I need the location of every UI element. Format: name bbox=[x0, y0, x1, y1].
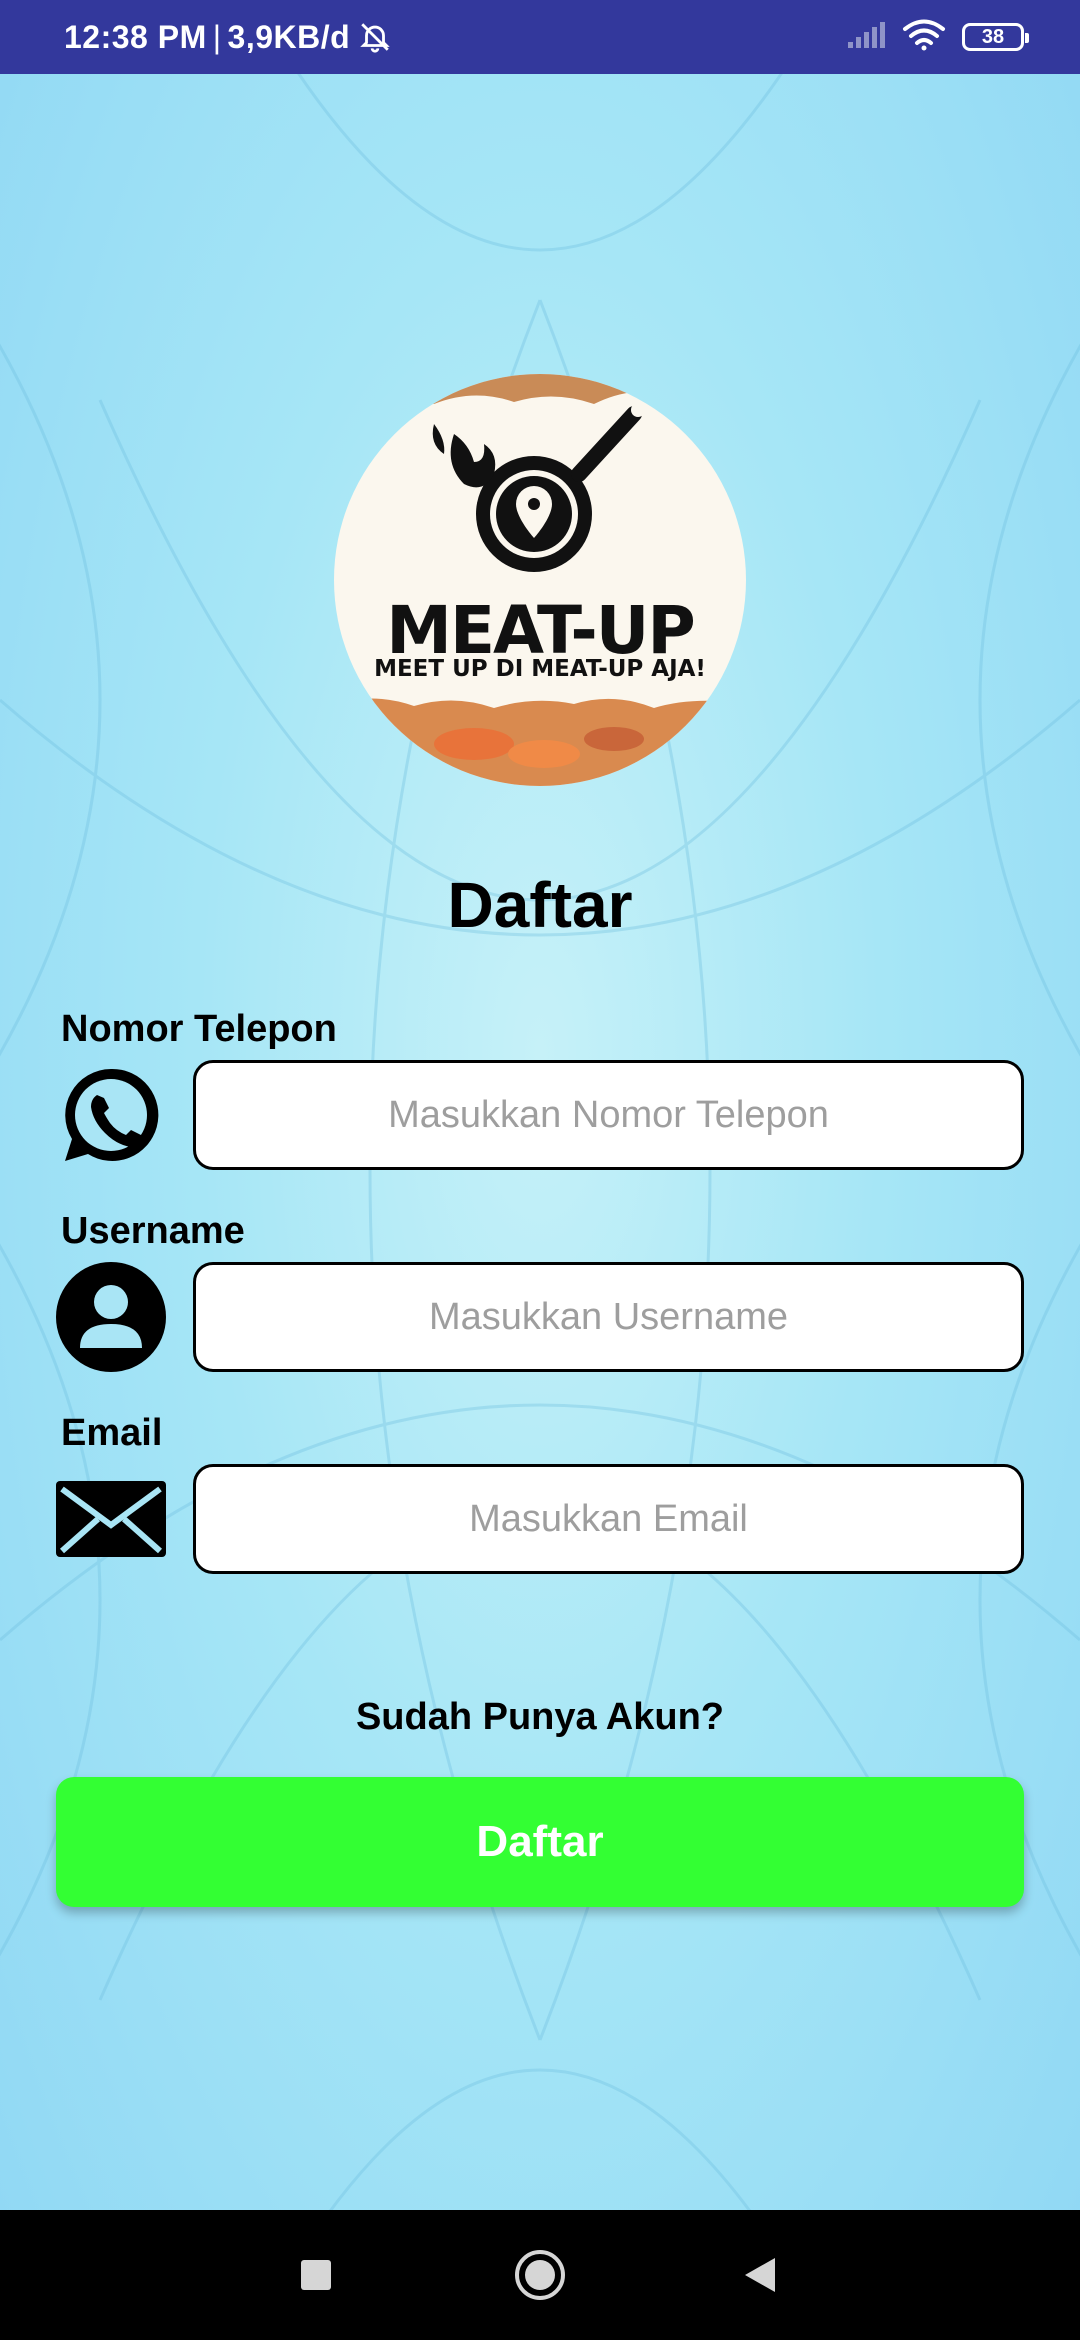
register-screen: 12:38 PM | 3,9KB/d 38 MEAT-UP MEET UP DI… bbox=[0, 0, 1080, 2340]
logo-tagline: MEET UP DI MEAT-UP AJA! bbox=[374, 656, 706, 682]
username-label: Username bbox=[61, 1210, 245, 1252]
phone-label: Nomor Telepon bbox=[61, 1008, 337, 1050]
email-label: Email bbox=[61, 1412, 163, 1454]
home-icon[interactable] bbox=[480, 2210, 600, 2340]
recent-apps-icon[interactable] bbox=[256, 2210, 376, 2340]
mail-icon bbox=[56, 1464, 166, 1574]
wifi-icon bbox=[902, 18, 946, 57]
page-title: Daftar bbox=[447, 869, 633, 941]
status-time: 12:38 PM bbox=[64, 18, 207, 55]
status-bar: 12:38 PM | 3,9KB/d 38 bbox=[0, 0, 1080, 74]
signal-icon bbox=[846, 20, 886, 55]
background-pattern bbox=[0, 0, 1080, 2340]
phone-input[interactable] bbox=[193, 1060, 1024, 1170]
logo-artwork bbox=[334, 374, 746, 786]
status-left: 12:38 PM | 3,9KB/d bbox=[64, 0, 392, 74]
user-icon bbox=[56, 1262, 166, 1372]
navigation-bar bbox=[0, 2210, 1080, 2340]
battery-level: 38 bbox=[981, 25, 1005, 48]
username-input[interactable] bbox=[193, 1262, 1024, 1372]
whatsapp-icon bbox=[56, 1060, 166, 1170]
battery-icon: 38 bbox=[962, 23, 1029, 51]
register-button[interactable]: Daftar bbox=[56, 1777, 1024, 1907]
email-input[interactable] bbox=[193, 1464, 1024, 1574]
status-separator: | bbox=[212, 18, 222, 55]
app-logo: MEAT-UP MEET UP DI MEAT-UP AJA! bbox=[334, 374, 746, 786]
status-right: 38 bbox=[846, 0, 1029, 74]
skillet-icon bbox=[432, 403, 645, 572]
network-speed: 3,9KB/d bbox=[227, 18, 351, 55]
login-link[interactable]: Sudah Punya Akun? bbox=[0, 1696, 1080, 1739]
alarm-off-icon bbox=[358, 20, 392, 54]
back-icon[interactable] bbox=[700, 2210, 820, 2340]
